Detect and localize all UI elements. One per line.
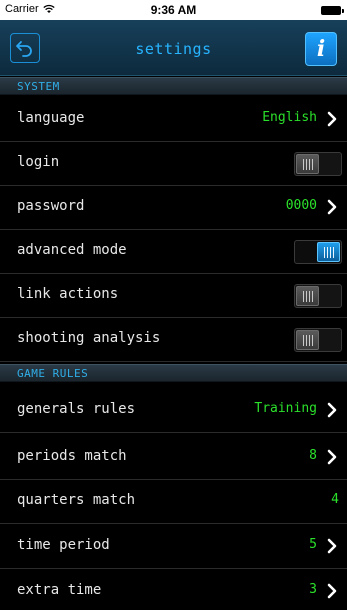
row-label: extra time bbox=[17, 582, 102, 598]
settings-row-generals-rules[interactable]: generals rules Training bbox=[0, 389, 347, 433]
row-value: 0000 bbox=[285, 198, 317, 213]
status-time: 9:36 AM bbox=[150, 3, 197, 17]
chevron-right-icon bbox=[327, 111, 337, 127]
row-label: advanced mode bbox=[17, 242, 127, 258]
toggle-knob bbox=[296, 286, 319, 306]
toggle-knob bbox=[296, 330, 319, 350]
settings-row-periods-match[interactable]: periods match 8 bbox=[0, 436, 347, 480]
row-value: 8 bbox=[309, 448, 317, 463]
settings-row-login: login bbox=[0, 142, 347, 186]
row-value: Training bbox=[254, 401, 317, 416]
settings-row-extra-time[interactable]: extra time 3 bbox=[0, 570, 347, 610]
section-header-system: SYSTEM bbox=[0, 77, 347, 95]
link-actions-toggle[interactable] bbox=[294, 284, 342, 308]
row-label: generals rules bbox=[17, 401, 136, 417]
login-toggle[interactable] bbox=[294, 152, 342, 176]
row-value: 3 bbox=[309, 582, 317, 597]
chevron-right-icon bbox=[327, 199, 337, 215]
row-label: time period bbox=[17, 537, 110, 553]
row-label: language bbox=[17, 110, 85, 126]
settings-row-time-period[interactable]: time period 5 bbox=[0, 525, 347, 569]
battery-icon bbox=[321, 6, 344, 15]
row-label: link actions bbox=[17, 286, 119, 302]
toggle-knob bbox=[317, 242, 340, 262]
info-button[interactable]: i bbox=[305, 32, 337, 66]
chevron-right-icon bbox=[327, 583, 337, 599]
row-label: periods match bbox=[17, 448, 127, 464]
settings-row-language[interactable]: language English bbox=[0, 98, 347, 142]
chevron-right-icon bbox=[327, 402, 337, 418]
row-label: password bbox=[17, 198, 85, 214]
row-label: shooting analysis bbox=[17, 330, 161, 346]
row-value: 4 bbox=[331, 492, 339, 507]
settings-row-shooting-analysis: shooting analysis bbox=[0, 318, 347, 362]
settings-row-advanced-mode: advanced mode bbox=[0, 230, 347, 274]
settings-row-link-actions: link actions bbox=[0, 274, 347, 318]
info-icon: i bbox=[316, 36, 326, 62]
section-header-game-rules: GAME RULES bbox=[0, 364, 347, 382]
page-title: settings bbox=[135, 40, 212, 58]
chevron-right-icon bbox=[327, 449, 337, 465]
settings-row-quarters-match: quarters match 4 bbox=[0, 480, 347, 524]
toggle-knob bbox=[296, 154, 319, 174]
row-label: login bbox=[17, 154, 60, 170]
settings-row-password[interactable]: password 0000 bbox=[0, 186, 347, 230]
row-value: 5 bbox=[309, 537, 317, 552]
chevron-right-icon bbox=[327, 538, 337, 554]
nav-bar: settings i bbox=[0, 20, 347, 76]
row-label: quarters match bbox=[17, 492, 136, 508]
row-value: English bbox=[262, 110, 317, 125]
status-bar: Carrier 9:36 AM bbox=[0, 0, 347, 20]
advanced-mode-toggle[interactable] bbox=[294, 240, 342, 264]
shooting-analysis-toggle[interactable] bbox=[294, 328, 342, 352]
